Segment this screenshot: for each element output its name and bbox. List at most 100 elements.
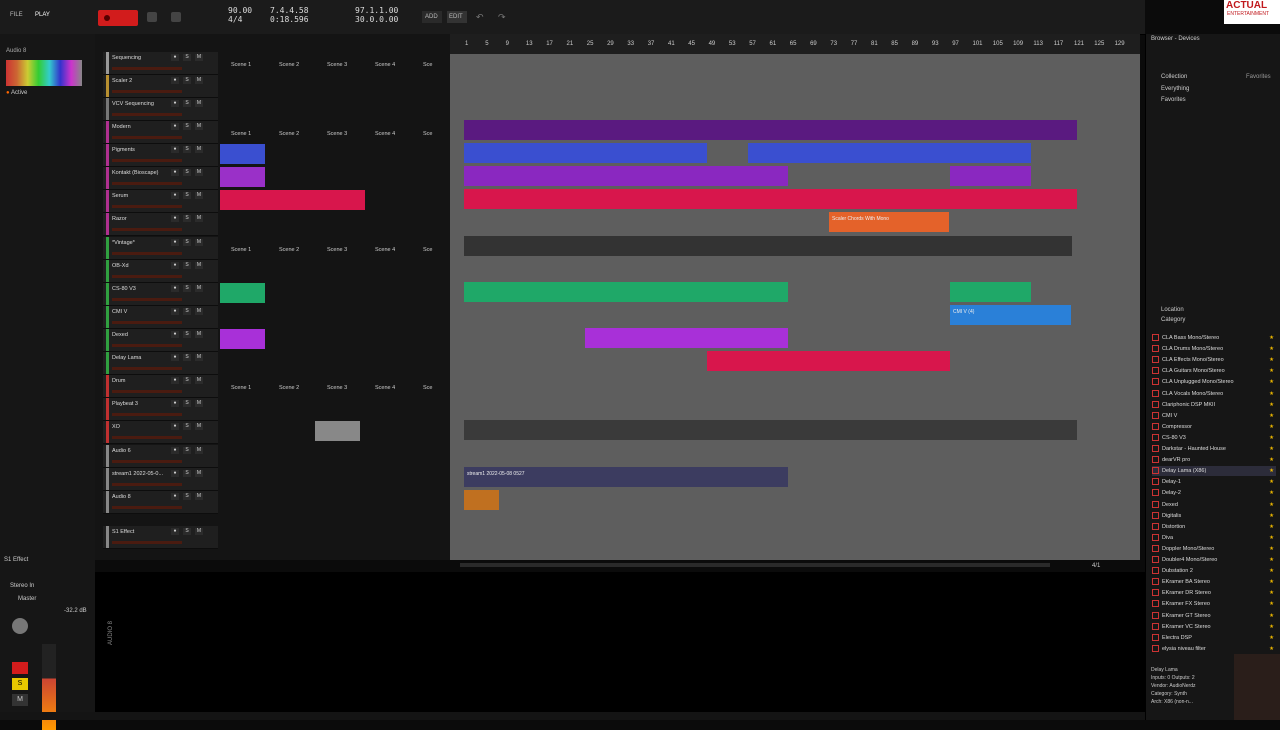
scene-slot[interactable]: Sce (423, 385, 432, 391)
solo-button[interactable]: S (183, 308, 191, 315)
everything-item[interactable]: Everything (1161, 86, 1189, 92)
launcher-clip[interactable] (220, 167, 265, 187)
scene-slot[interactable]: Sce (423, 62, 432, 68)
mute-button[interactable]: M (195, 377, 203, 384)
arm-button[interactable]: ● (171, 377, 179, 384)
arm-button[interactable]: ● (171, 262, 179, 269)
browser-device-item[interactable]: CLA Effects Mono/Stereo ★ (1152, 355, 1276, 365)
favorite-star-icon[interactable]: ★ (1269, 544, 1274, 554)
metronome-icon[interactable] (171, 12, 181, 22)
redo-icon[interactable]: ↷ (498, 12, 506, 23)
favorite-star-icon[interactable]: ★ (1269, 566, 1274, 576)
browser-device-item[interactable]: Dubstation 2 ★ (1152, 566, 1276, 576)
favorite-star-icon[interactable]: ★ (1269, 488, 1274, 498)
favorite-star-icon[interactable]: ★ (1269, 389, 1274, 399)
solo-button[interactable]: S (183, 123, 191, 130)
mute-button[interactable]: M (195, 447, 203, 454)
browser-device-item[interactable]: elysia niveau filter ★ (1152, 644, 1276, 654)
track-header[interactable]: Sequencing ● S M (103, 52, 218, 75)
category-header[interactable]: Category (1161, 317, 1185, 323)
favorite-star-icon[interactable]: ★ (1269, 577, 1274, 587)
track-header[interactable]: CS-80 V3 ● S M (103, 283, 218, 306)
mute-button[interactable]: M (195, 262, 203, 269)
browser-device-item[interactable]: Delay-1 ★ (1152, 477, 1276, 487)
arranger-clip[interactable] (464, 420, 1077, 440)
add-button[interactable]: ADD (422, 11, 442, 23)
arm-button[interactable]: ● (171, 331, 179, 338)
arranger-clip[interactable] (464, 467, 788, 487)
solo-button[interactable]: S (183, 423, 191, 430)
collection-header[interactable]: Collection (1161, 74, 1187, 80)
browser-device-item[interactable]: CLA Unplugged Mono/Stereo ★ (1152, 377, 1276, 387)
scene-slot[interactable]: Sce (423, 247, 432, 253)
track-volume[interactable] (112, 321, 182, 324)
track-volume[interactable] (112, 413, 182, 416)
scene-slot[interactable]: Scene 4 (375, 385, 395, 391)
mute-button[interactable]: M (12, 694, 28, 706)
favorite-star-icon[interactable]: ★ (1269, 333, 1274, 343)
launcher-clip[interactable] (220, 144, 265, 164)
arranger-clip[interactable] (950, 282, 1031, 302)
track-header[interactable]: Scaler 2 ● S M (103, 75, 218, 98)
track-header[interactable]: Dexed ● S M (103, 329, 218, 352)
favorite-star-icon[interactable]: ★ (1269, 400, 1274, 410)
active-toggle[interactable]: ● Active (6, 90, 27, 96)
scene-slot[interactable]: Scene 3 (327, 247, 347, 253)
record-arm-button[interactable] (12, 662, 28, 674)
solo-button[interactable]: S (183, 377, 191, 384)
favorite-star-icon[interactable]: ★ (1269, 377, 1274, 387)
favorite-star-icon[interactable]: ★ (1269, 422, 1274, 432)
scene-slot[interactable]: Scene 2 (279, 62, 299, 68)
mute-button[interactable]: M (195, 308, 203, 315)
favorites-tab[interactable]: Favorites (1246, 74, 1271, 80)
arm-button[interactable]: ● (171, 423, 179, 430)
track-header[interactable]: Serum ● S M (103, 190, 218, 213)
scene-slot[interactable]: Scene 4 (375, 131, 395, 137)
mute-button[interactable]: M (195, 423, 203, 430)
mute-button[interactable]: M (195, 146, 203, 153)
mute-button[interactable]: M (195, 54, 203, 61)
mute-button[interactable]: M (195, 123, 203, 130)
browser-device-item[interactable]: Digitalis ★ (1152, 511, 1276, 521)
track-header[interactable]: Drum ● S M (103, 375, 218, 398)
track-volume[interactable] (112, 436, 182, 439)
mute-button[interactable]: M (195, 77, 203, 84)
track-header[interactable]: Razor ● S M (103, 213, 218, 236)
launcher-clip[interactable] (315, 421, 360, 441)
browser-device-item[interactable]: Delay-2 ★ (1152, 488, 1276, 498)
launcher-clip[interactable] (220, 283, 265, 303)
browser-device-item[interactable]: CLA Drums Mono/Stereo ★ (1152, 344, 1276, 354)
favorite-star-icon[interactable]: ★ (1269, 344, 1274, 354)
arm-button[interactable]: ● (171, 470, 179, 477)
arranger-clip[interactable] (464, 120, 1077, 140)
mute-button[interactable]: M (195, 192, 203, 199)
solo-button[interactable]: S (183, 262, 191, 269)
track-volume[interactable] (112, 298, 182, 301)
arranger-clip[interactable] (829, 212, 949, 232)
track-header[interactable]: S1 Effect ● S M (103, 526, 218, 549)
arm-button[interactable]: ● (171, 192, 179, 199)
browser-device-item[interactable]: EKramer GT Stereo ★ (1152, 611, 1276, 621)
arranger-clip[interactable] (464, 236, 1072, 256)
solo-button[interactable]: S (183, 400, 191, 407)
solo-button[interactable]: S (183, 54, 191, 61)
track-volume[interactable] (112, 344, 182, 347)
browser-device-item[interactable]: Dexed ★ (1152, 500, 1276, 510)
track-header[interactable]: Delay Lama ● S M (103, 352, 218, 375)
track-volume[interactable] (112, 205, 182, 208)
track-header[interactable]: Pigments ● S M (103, 144, 218, 167)
favorite-star-icon[interactable]: ★ (1269, 611, 1274, 621)
favorites-item[interactable]: Favorites (1161, 97, 1186, 103)
track-volume[interactable] (112, 228, 182, 231)
pan-knob[interactable] (12, 618, 28, 634)
track-header[interactable]: Playbeat 3 ● S M (103, 398, 218, 421)
loop-display[interactable]: 97.1.1.00 30.0.0.00 (355, 6, 398, 24)
browser-device-item[interactable]: EKramer FX Stereo ★ (1152, 599, 1276, 609)
browser-device-item[interactable]: CLA Vocals Mono/Stereo ★ (1152, 389, 1276, 399)
arm-button[interactable]: ● (171, 215, 179, 222)
scene-slot[interactable]: Scene 2 (279, 247, 299, 253)
arm-button[interactable]: ● (171, 528, 179, 535)
mute-button[interactable]: M (195, 100, 203, 107)
solo-button[interactable]: S (183, 146, 191, 153)
track-header[interactable]: XO ● S M (103, 421, 218, 444)
